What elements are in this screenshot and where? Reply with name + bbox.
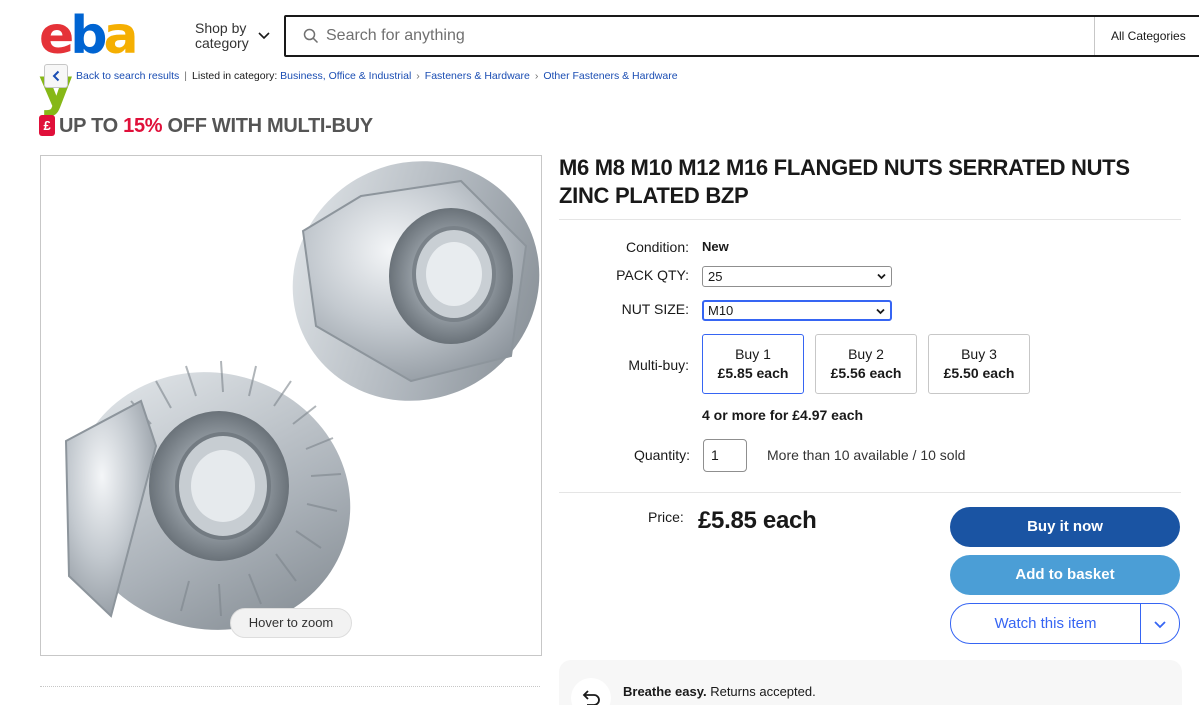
chevron-down-icon (877, 273, 886, 280)
chevron-down-icon[interactable] (257, 29, 271, 43)
multibuy-option-2[interactable]: Buy 2 £5.56 each (815, 334, 917, 394)
multibuy-promo: £ UP TO 15% OFF WITH MULTI-BUY (39, 115, 373, 138)
listing-title: M6 M8 M10 M12 M16 FLANGED NUTS SERRATED … (559, 155, 1130, 208)
product-image[interactable]: Hover to zoom (40, 155, 542, 656)
multibuy-option-1[interactable]: Buy 1 £5.85 each (702, 334, 804, 394)
watch-item-button[interactable]: Watch this item (950, 603, 1180, 644)
condition-value: New (702, 239, 729, 254)
breadcrumb-item-fasteners[interactable]: Fasteners & Hardware (425, 70, 530, 82)
search-input[interactable] (326, 25, 1076, 47)
multibuy-price: £5.56 each (830, 365, 902, 381)
pack-qty-select[interactable]: 25 (702, 266, 892, 287)
search-bar: All Categories (284, 15, 1199, 57)
returns-banner: Breathe easy. Returns accepted. (559, 660, 1182, 705)
promo-percent: 15% (123, 115, 163, 137)
nut-size-label: NUT SIZE: (621, 301, 689, 317)
breadcrumb-item-other-fasteners[interactable]: Other Fasteners & Hardware (543, 70, 677, 82)
add-to-basket-button[interactable]: Add to basket (950, 555, 1180, 595)
divider (559, 492, 1181, 493)
search-icon (303, 28, 319, 44)
watch-item-label: Watch this item (994, 615, 1097, 632)
logo-letter-e: e (39, 6, 74, 66)
breadcrumb-item-business[interactable]: Business, Office & Industrial (280, 70, 411, 82)
chevron-down-icon (876, 308, 885, 315)
multibuy-price: £5.50 each (943, 365, 1015, 381)
divider (1140, 604, 1141, 643)
breadcrumb: Back to search results | Listed in categor… (76, 70, 678, 82)
condition-label: Condition: (625, 239, 689, 255)
back-button[interactable] (44, 64, 68, 88)
quantity-label: Quantity: (633, 447, 690, 463)
shop-by-line1: Shop by (195, 20, 247, 36)
bulk-price-note: 4 or more for £4.97 each (702, 407, 864, 423)
quantity-input[interactable]: 1 (703, 439, 747, 472)
price-label: Price: (648, 509, 684, 525)
promo-prefix: UP TO (59, 115, 124, 137)
returns-text: Breathe easy. Returns accepted. (623, 684, 816, 699)
return-arrow-icon (571, 678, 611, 705)
returns-bold: Breathe easy. (623, 684, 707, 699)
logo-letter-a: a (103, 6, 139, 66)
ebay-logo[interactable]: ebay (39, 6, 159, 114)
multibuy-qty: Buy 2 (848, 346, 884, 362)
pack-qty-label: PACK QTY: (616, 267, 689, 283)
chevron-left-icon (52, 70, 60, 82)
multibuy-label: Multi-buy: (628, 357, 689, 373)
multibuy-option-3[interactable]: Buy 3 £5.50 each (928, 334, 1030, 394)
back-to-results-link[interactable]: Back to search results (76, 70, 179, 82)
buy-it-now-button[interactable]: Buy it now (950, 507, 1180, 547)
flange-nuts-image (64, 161, 540, 630)
returns-detail: Returns accepted. (706, 684, 816, 699)
breadcrumb-separator-icon: › (416, 70, 420, 82)
listed-in-label: Listed in category: (192, 70, 278, 82)
shop-by-line2: category (195, 35, 249, 51)
divider (559, 219, 1181, 220)
nut-size-value: M10 (708, 303, 734, 318)
chevron-down-icon[interactable] (1152, 616, 1168, 632)
breadcrumb-separator-icon: › (534, 70, 539, 82)
multibuy-qty: Buy 1 (735, 346, 771, 362)
availability-text: More than 10 available / 10 sold (767, 447, 966, 463)
price-value: £5.85 each (698, 507, 817, 534)
multibuy-price: £5.85 each (717, 365, 789, 381)
divider (40, 686, 540, 687)
hover-to-zoom-hint: Hover to zoom (230, 608, 352, 638)
price-tag-icon: £ (39, 115, 55, 136)
nut-size-select[interactable]: M10 (702, 300, 892, 321)
logo-letter-b: b (70, 6, 107, 66)
multibuy-qty: Buy 3 (961, 346, 997, 362)
promo-suffix: OFF WITH MULTI-BUY (162, 115, 374, 137)
category-select[interactable]: All Categories (1094, 17, 1199, 55)
shop-by-category-button[interactable]: Shop by category (195, 21, 249, 51)
pack-qty-value: 25 (708, 269, 723, 284)
